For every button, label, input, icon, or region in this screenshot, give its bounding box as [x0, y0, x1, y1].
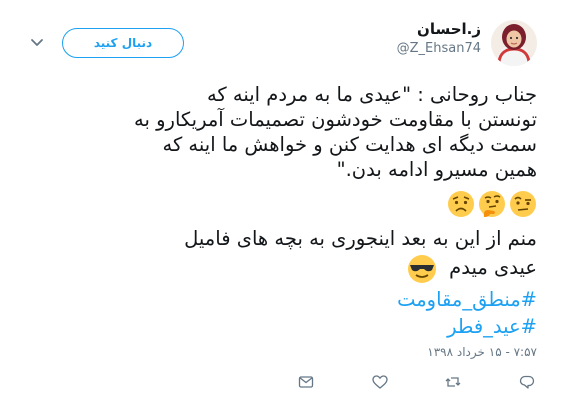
follow-button[interactable]: دنبال کنید [62, 28, 184, 58]
display-name[interactable]: ز.احسان [397, 18, 481, 40]
timestamp[interactable]: ۷:۵۷ - ۱۵ خرداد ۱۳۹۸ [427, 345, 537, 359]
tweet-line: عیدی میدم [22, 251, 537, 285]
reply-icon[interactable] [519, 374, 535, 390]
like-icon[interactable] [372, 374, 388, 390]
hashtag-link[interactable]: #عید_فطر [447, 314, 537, 340]
tweet-line: منم از این به بعد اینجوری به بچه های فام… [184, 227, 537, 250]
retweet-icon[interactable] [445, 374, 461, 390]
face-with-raised-eyebrow-emoji [510, 191, 536, 217]
tweet-line-text: عیدی میدم [449, 256, 537, 279]
message-icon[interactable] [298, 374, 314, 390]
tweet-line: تونستن با مقاومت خودشون تصمیمات آمریکارو… [134, 108, 537, 131]
emoji-group [447, 190, 537, 218]
hashtag-link[interactable]: #منطق_مقاومت [397, 287, 537, 313]
chevron-down-icon[interactable] [30, 38, 44, 48]
action-bar [0, 374, 567, 394]
smiling-face-with-sunglasses-emoji [407, 254, 436, 283]
tweet-line: سمت دیگه ای هدایت کنن و خواهش ما اینه که [162, 133, 538, 156]
avatar[interactable] [491, 20, 537, 66]
worried-face-emoji [448, 191, 474, 217]
user-info: ز.احسان @Z_Ehsan74 [397, 18, 481, 58]
tweet-text: جناب روحانی : "عیدی ما به مردم اینه که ت… [22, 82, 537, 182]
tweet-text-continued: منم از این به بعد اینجوری به بچه های فام… [22, 226, 537, 285]
thinking-face-emoji [479, 191, 505, 217]
tweet-line: همین مسیرو ادامه بدن." [336, 158, 537, 181]
tweet-line: جناب روحانی : "عیدی ما به مردم اینه که [206, 83, 537, 106]
user-handle[interactable]: @Z_Ehsan74 [397, 40, 481, 58]
